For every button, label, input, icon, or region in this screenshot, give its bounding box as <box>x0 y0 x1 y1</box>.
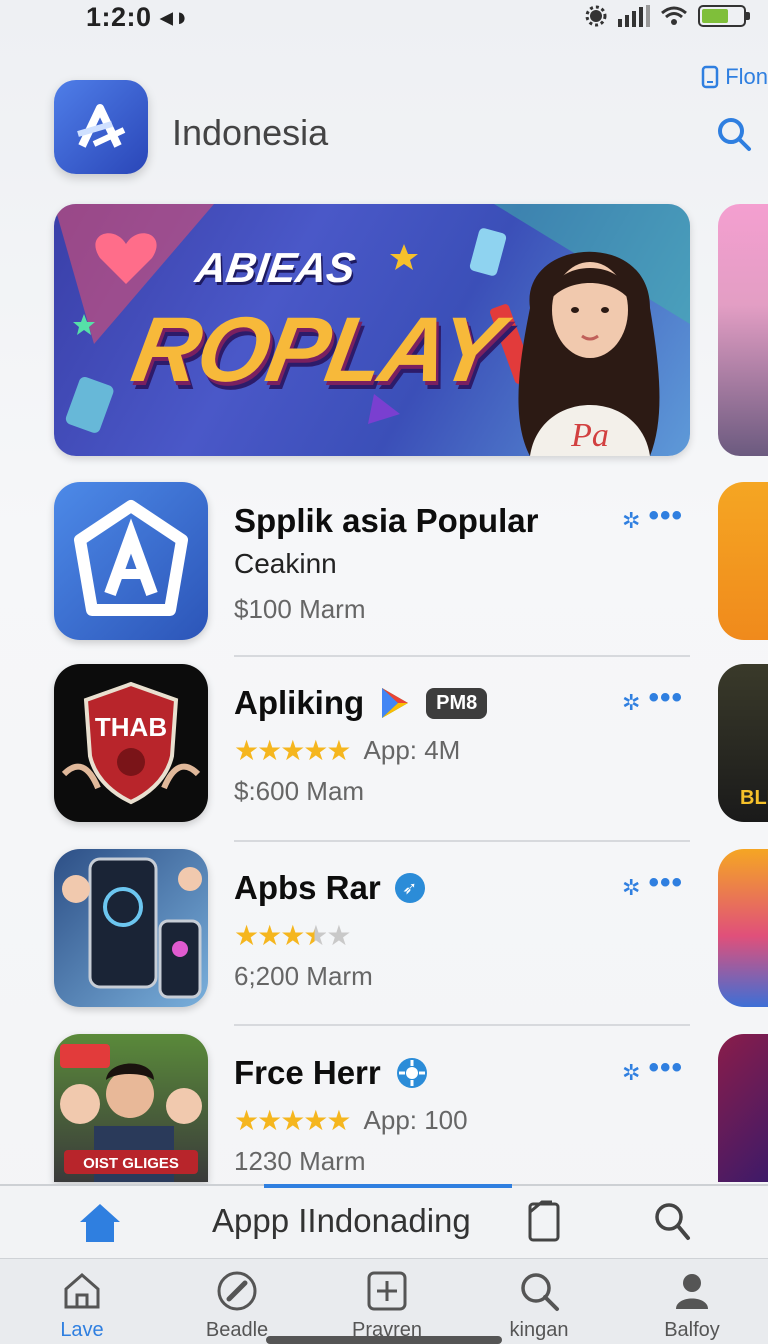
more-icon[interactable]: ••• <box>648 683 683 713</box>
verified-badge-icon <box>396 1058 427 1088</box>
svg-text:OIST GLIGES: OIST GLIGES <box>83 1155 179 1172</box>
app-rating: ★★★★★ App: 100 <box>234 1104 468 1137</box>
banner-title: ROPLAY <box>125 299 508 401</box>
tab-label: Balfoy <box>664 1319 720 1341</box>
app-price: $:600 Mam <box>234 776 365 806</box>
gear-icon[interactable]: ✲ <box>622 510 640 532</box>
more-icon[interactable]: ••• <box>648 1053 683 1083</box>
divider <box>234 655 690 657</box>
app-subtitle: Ceakinn <box>234 548 337 579</box>
app-name: Frce Herr <box>234 1054 429 1092</box>
verified-icon: ➶ <box>394 873 425 903</box>
tab-beadle[interactable]: Beadle <box>177 1269 297 1342</box>
app-icon: OIST GLIGES <box>54 1034 208 1182</box>
peek-app-icon[interactable]: BLI <box>718 664 768 822</box>
app-badge: PM8 <box>426 687 488 719</box>
status-bar: 1:2:0 ◂◗ <box>0 0 768 36</box>
app-icon <box>54 482 208 640</box>
tablet-icon <box>701 65 719 89</box>
app-price: 1230 Marm <box>234 1146 366 1176</box>
app-rating: ★★★★★ <box>234 919 352 952</box>
banner-person-image: Pa <box>518 251 660 456</box>
row-actions[interactable]: ✲ ••• <box>622 683 683 714</box>
divider <box>234 840 690 842</box>
person-icon <box>676 1274 708 1309</box>
add-box-icon <box>367 1271 407 1311</box>
flon-label: Flon <box>725 64 768 89</box>
app-icon: THAB <box>54 664 208 822</box>
tab-label: Lave <box>60 1319 104 1341</box>
featured-banner[interactable]: ABIEAS ROPLAY Pa <box>54 204 690 456</box>
peek-app-icon[interactable] <box>718 482 768 640</box>
edit-icon <box>217 1271 257 1311</box>
app-name: Apbs Rar ➶ <box>234 869 425 907</box>
peek-app-icon[interactable] <box>718 849 768 1007</box>
tab-lave[interactable]: Lave <box>22 1269 142 1342</box>
status-icons <box>584 4 750 28</box>
app-store-icon <box>77 104 126 148</box>
tab-balfoy[interactable]: Balfoy <box>632 1269 752 1342</box>
app-name: Spplik asia Popular <box>234 502 539 539</box>
app-meta: App: 4M <box>363 735 461 765</box>
app-store-logo[interactable] <box>54 80 148 174</box>
search-icon[interactable] <box>714 114 754 154</box>
divider <box>234 1024 690 1026</box>
app-name: Apliking PM8 <box>234 684 488 722</box>
status-time: 1:2:0 ◂◗ <box>86 2 191 32</box>
list-item[interactable]: Spplik asia Popular Ceakinn $100 Marm ✲ … <box>0 482 768 642</box>
home-outline-icon <box>64 1273 100 1309</box>
google-play-icon <box>382 688 409 718</box>
secondary-toolbar: Appp IIndonading <box>0 1184 768 1258</box>
banner-kicker: ABIEAS <box>192 244 359 291</box>
signal-icon <box>618 5 650 27</box>
toolbar-label[interactable]: Appp IIndonading <box>212 1202 471 1240</box>
home-indicator[interactable] <box>266 1336 502 1344</box>
tab-bar: Lave Beadle Pravren kingan Balfoy <box>0 1258 768 1344</box>
app-rating: ★★★★★ App: 4M <box>234 734 460 767</box>
app-price: 6;200 Marm <box>234 961 373 991</box>
list-item[interactable]: OIST GLIGES Frce Herr ★★★★★ App: 100 123… <box>0 1034 768 1194</box>
gear-icon[interactable]: ✲ <box>622 1062 640 1084</box>
wifi-icon <box>661 6 687 25</box>
battery-icon <box>698 5 750 27</box>
tab-kingan[interactable]: kingan <box>479 1269 599 1342</box>
tab-pravren[interactable]: Pravren <box>327 1269 447 1342</box>
peek-app-icon[interactable] <box>718 1034 768 1182</box>
flon-link[interactable]: Flon <box>701 64 768 90</box>
page-title: Indonesia <box>172 112 329 153</box>
app-price: $100 Marm <box>234 594 366 624</box>
app-meta: App: 100 <box>363 1105 468 1135</box>
list-item[interactable]: Apbs Rar ➶ ★★★★★ 6;200 Marm ✲ ••• <box>0 849 768 1009</box>
active-indicator <box>264 1184 512 1188</box>
clipboard-icon[interactable] <box>526 1198 562 1244</box>
more-icon[interactable]: ••• <box>648 501 683 531</box>
app-icon <box>54 849 208 1007</box>
star-rating: ★★★★★ <box>234 1105 352 1136</box>
svg-text:Pa: Pa <box>570 417 609 454</box>
row-actions[interactable]: ✲ ••• <box>622 868 683 899</box>
more-icon[interactable]: ••• <box>648 868 683 898</box>
svg-text:THAB: THAB <box>95 712 167 742</box>
star-rating: ★★★★★ <box>234 920 352 951</box>
row-actions[interactable]: ✲ ••• <box>622 501 683 532</box>
list-item[interactable]: THAB Apliking PM8 ★★★★★ App: 4M $:600 Ma… <box>0 664 768 824</box>
gear-icon[interactable]: ✲ <box>622 692 640 714</box>
next-banner-peek[interactable] <box>718 204 768 456</box>
star-rating: ★★★★★ <box>234 735 352 766</box>
settings-icon <box>585 5 607 27</box>
row-actions[interactable]: ✲ ••• <box>622 1053 683 1084</box>
svg-text:BLI: BLI <box>740 787 768 809</box>
gear-icon[interactable]: ✲ <box>622 877 640 899</box>
header: Indonesia Flon <box>0 60 768 190</box>
home-icon[interactable] <box>76 1200 124 1244</box>
search-icon[interactable] <box>652 1200 692 1242</box>
search-icon <box>521 1273 559 1311</box>
